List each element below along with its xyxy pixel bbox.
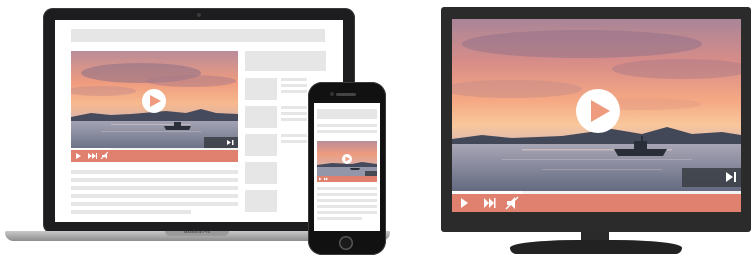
page-header-bar — [71, 29, 325, 42]
laptop-video-player[interactable] — [71, 51, 238, 162]
sidebar-line — [281, 118, 307, 121]
sidebar-thumb — [245, 78, 277, 100]
phone-camera — [330, 92, 334, 96]
phone-speaker — [336, 93, 356, 96]
phone-video-player[interactable] — [317, 141, 377, 182]
sidebar-line — [281, 112, 307, 115]
sidebar-line — [281, 84, 307, 87]
laptop-camera — [197, 13, 201, 17]
laptop-brand-label: MacBook Pro — [183, 229, 211, 234]
sidebar-line — [281, 140, 307, 143]
monitor-screen — [452, 19, 741, 212]
text-line — [317, 187, 377, 190]
text-line — [317, 130, 377, 133]
text-line — [71, 210, 191, 214]
sidebar-thumb — [245, 190, 277, 212]
sidebar-line — [281, 106, 307, 109]
phone-screen — [314, 103, 380, 231]
text-line — [317, 193, 377, 196]
sidebar-line — [281, 78, 307, 81]
text-line — [71, 170, 238, 174]
laptop-screen — [55, 20, 343, 222]
page-header-bar — [317, 109, 377, 119]
sidebar-line — [281, 134, 307, 137]
text-line — [71, 194, 238, 198]
phone-home-button[interactable] — [339, 236, 353, 250]
phone-video-scene — [317, 141, 377, 182]
text-line — [317, 124, 377, 127]
text-line — [71, 202, 238, 206]
text-line — [317, 211, 377, 214]
sidebar-line — [281, 90, 307, 93]
monitor-stand — [510, 240, 682, 254]
text-line — [71, 178, 238, 182]
sidebar-thumb — [245, 162, 277, 184]
text-line — [317, 217, 362, 220]
text-line — [317, 199, 377, 202]
sidebar-thumb — [245, 106, 277, 128]
text-line — [317, 205, 377, 208]
monitor-video-player[interactable] — [452, 19, 741, 212]
sidebar-block — [245, 51, 326, 71]
text-line — [71, 186, 238, 190]
sidebar-thumb — [245, 134, 277, 156]
laptop-video-scene — [71, 51, 238, 162]
monitor-video-scene — [452, 19, 741, 212]
